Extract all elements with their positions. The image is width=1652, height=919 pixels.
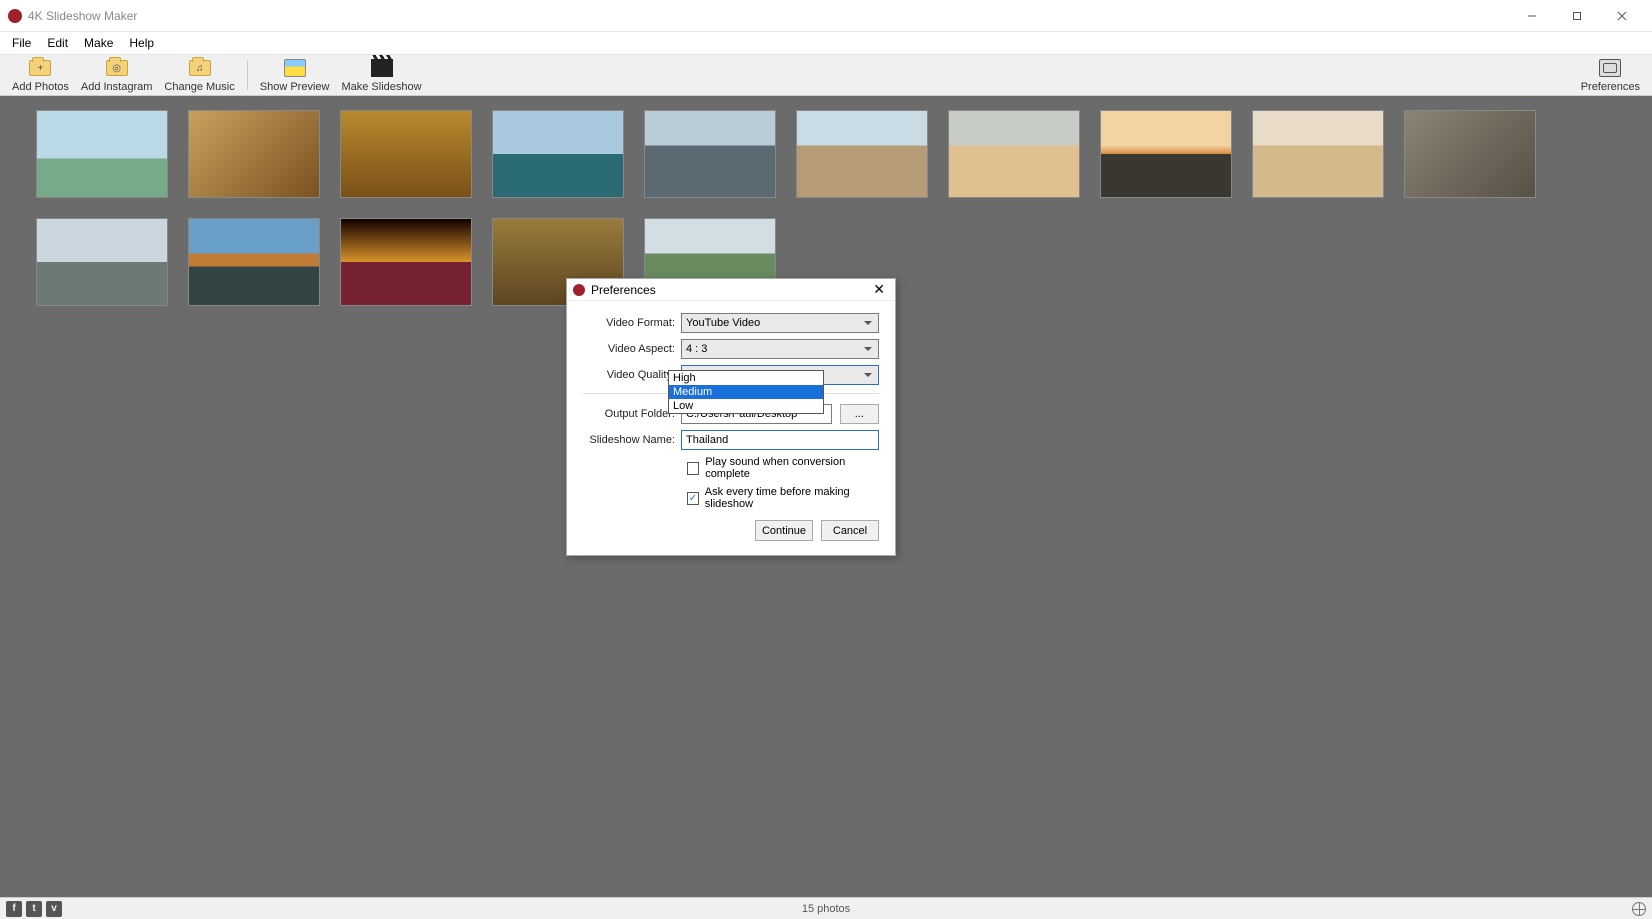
folder-plus-icon: + [27, 57, 53, 79]
facebook-icon[interactable]: f [6, 901, 22, 917]
video-aspect-select[interactable]: 4 : 3 [681, 339, 879, 359]
vimeo-icon[interactable]: v [46, 901, 62, 917]
quality-option-high[interactable]: High [669, 371, 823, 385]
preferences-dialog: Preferences ✕ Video Format: YouTube Vide… [566, 278, 896, 556]
thumbnail[interactable] [340, 218, 472, 306]
close-button[interactable] [1599, 1, 1644, 31]
add-photos-label: Add Photos [12, 81, 69, 93]
thumbnail[interactable] [1252, 110, 1384, 198]
change-music-button[interactable]: ♫ Change Music [158, 55, 240, 95]
play-sound-checkbox-label: Play sound when conversion complete [705, 456, 879, 480]
globe-icon[interactable] [1632, 902, 1646, 916]
preferences-button[interactable]: Preferences [1575, 55, 1646, 95]
thumbnail[interactable] [36, 218, 168, 306]
quality-option-medium[interactable]: Medium [669, 385, 823, 399]
make-slideshow-label: Make Slideshow [341, 81, 421, 93]
video-aspect-label: Video Aspect: [583, 343, 681, 355]
titlebar: 4K Slideshow Maker [0, 0, 1652, 32]
menu-edit[interactable]: Edit [39, 34, 76, 52]
video-format-label: Video Format: [583, 317, 681, 329]
thumbnail[interactable] [948, 110, 1080, 198]
thumbnail[interactable] [644, 110, 776, 198]
menubar: File Edit Make Help [0, 32, 1652, 54]
thumbnail[interactable] [188, 218, 320, 306]
thumbnail[interactable] [796, 110, 928, 198]
app-icon [8, 9, 22, 23]
add-photos-button[interactable]: + Add Photos [6, 55, 75, 95]
clapperboard-icon [369, 57, 395, 79]
video-aspect-value: 4 : 3 [686, 343, 707, 355]
slideshow-name-input[interactable] [681, 430, 879, 450]
ask-every-time-checkbox-label: Ask every time before making slideshow [705, 486, 879, 510]
thumbnail[interactable] [36, 110, 168, 198]
dialog-app-icon [573, 284, 585, 296]
thumbnail[interactable] [1404, 110, 1536, 198]
toolbar: + Add Photos ◎ Add Instagram ♫ Change Mu… [0, 54, 1652, 96]
change-music-label: Change Music [164, 81, 234, 93]
show-preview-button[interactable]: Show Preview [254, 55, 336, 95]
add-instagram-label: Add Instagram [81, 81, 153, 93]
video-quality-label: Video Quality: [583, 369, 681, 381]
toolbar-separator [247, 60, 248, 90]
preview-icon [282, 57, 308, 79]
output-folder-browse-button[interactable]: ... [840, 404, 879, 424]
continue-button[interactable]: Continue [755, 520, 813, 541]
make-slideshow-button[interactable]: Make Slideshow [335, 55, 427, 95]
menu-help[interactable]: Help [121, 34, 162, 52]
menu-file[interactable]: File [4, 34, 39, 52]
maximize-button[interactable] [1554, 1, 1599, 31]
ask-every-time-checkbox[interactable]: ✓ [687, 492, 699, 505]
folder-music-icon: ♫ [187, 57, 213, 79]
quality-option-low[interactable]: Low [669, 399, 823, 413]
cancel-button[interactable]: Cancel [821, 520, 879, 541]
dialog-close-button[interactable]: ✕ [869, 281, 889, 298]
status-text: 15 photos [802, 903, 850, 915]
social-links: f t v [6, 901, 62, 917]
thumbnail[interactable] [1100, 110, 1232, 198]
slideshow-name-label: Slideshow Name: [583, 434, 681, 446]
app-title: 4K Slideshow Maker [28, 9, 137, 23]
video-format-value: YouTube Video [686, 317, 760, 329]
twitter-icon[interactable]: t [26, 901, 42, 917]
folder-instagram-icon: ◎ [104, 57, 130, 79]
thumbnail[interactable] [340, 110, 472, 198]
statusbar: f t v 15 photos [0, 897, 1652, 919]
output-folder-label: Output Folder: [583, 408, 681, 420]
thumbnail[interactable] [492, 110, 624, 198]
menu-make[interactable]: Make [76, 34, 121, 52]
play-sound-checkbox[interactable] [687, 462, 699, 475]
thumbnail[interactable] [188, 110, 320, 198]
show-preview-label: Show Preview [260, 81, 330, 93]
dialog-titlebar: Preferences ✕ [567, 279, 895, 301]
add-instagram-button[interactable]: ◎ Add Instagram [75, 55, 159, 95]
window-controls [1509, 1, 1644, 31]
dialog-title: Preferences [591, 283, 656, 297]
minimize-button[interactable] [1509, 1, 1554, 31]
video-format-select[interactable]: YouTube Video [681, 313, 879, 333]
preferences-label: Preferences [1581, 81, 1640, 93]
preferences-icon [1597, 57, 1623, 79]
video-quality-dropdown: High Medium Low [668, 370, 824, 414]
